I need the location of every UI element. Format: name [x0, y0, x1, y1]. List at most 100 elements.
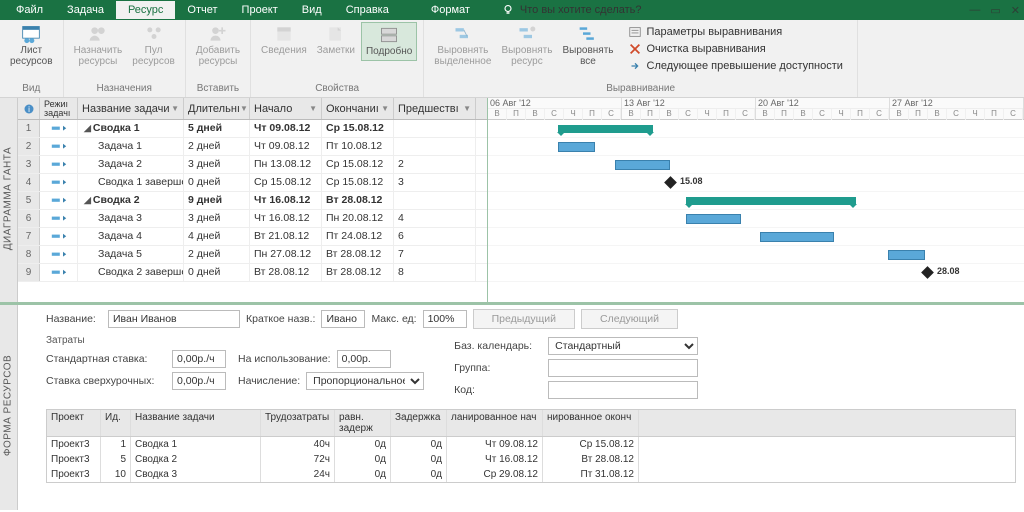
resource-pool-button[interactable]: Пул ресурсов	[128, 22, 179, 69]
auto-schedule-icon	[51, 142, 67, 152]
milestone[interactable]	[664, 176, 677, 189]
table-row[interactable]: Проект310Сводка 324ч0д0дСр 29.08.12Пт 31…	[47, 467, 1015, 482]
details-icon	[379, 25, 399, 45]
tell-me[interactable]: Что вы хотите сделать?	[502, 4, 642, 16]
information-button[interactable]: Сведения	[257, 22, 311, 61]
tab-resource[interactable]: Ресурс	[116, 1, 175, 19]
tab-help[interactable]: Справка	[334, 1, 401, 19]
accrual-select[interactable]: Пропорциональное	[306, 372, 424, 390]
max-label: Макс. ед:	[371, 313, 416, 325]
level-selection-button[interactable]: Выровнять выделенное	[430, 22, 495, 76]
summary-bar[interactable]	[558, 125, 653, 133]
table-row[interactable]: 5◢Сводка 29 днейЧт 16.08.12Вт 28.08.12	[18, 192, 487, 210]
resource-form-pane: ФОРМА РЕСУРСОВ Название: Краткое назв.: …	[0, 302, 1024, 510]
task-bar[interactable]	[760, 232, 834, 242]
short-field[interactable]	[321, 310, 365, 328]
options-icon	[628, 25, 642, 39]
code-field[interactable]	[548, 381, 698, 399]
calendar-select[interactable]: Стандартный	[548, 337, 698, 355]
tab-project[interactable]: Проект	[230, 1, 290, 19]
minimize-icon[interactable]: —	[969, 4, 980, 17]
table-row[interactable]: 2Задача 12 днейЧт 09.08.12Пт 10.08.12	[18, 138, 487, 156]
resource-sheet-button[interactable]: Лист ресурсов	[6, 22, 57, 69]
col-pred[interactable]: Предшествı▼	[394, 98, 476, 119]
task-bar[interactable]	[615, 160, 670, 170]
gantt-chart[interactable]: 06 Авг '12ВПВСЧПС13 Авг '12ВПВСЧПС20 Авг…	[488, 98, 1024, 302]
next-button[interactable]: Следующий	[581, 309, 678, 329]
next-icon	[628, 59, 642, 73]
table-row[interactable]: 6Задача 33 днейЧт 16.08.12Пн 20.08.124	[18, 210, 487, 228]
auto-schedule-icon	[51, 196, 67, 206]
details-button[interactable]: Подробно	[361, 22, 417, 61]
short-label: Краткое назв.:	[246, 313, 315, 325]
summary-bar[interactable]	[686, 197, 856, 205]
maximize-icon[interactable]: ▭	[990, 4, 1000, 17]
ovt-rate-field[interactable]	[172, 372, 226, 390]
auto-schedule-icon	[51, 178, 67, 188]
pool-icon	[144, 24, 164, 44]
timescale: 06 Авг '12ВПВСЧПС13 Авг '12ВПВСЧПС20 Авг…	[488, 98, 1024, 120]
col-indicator[interactable]: i	[18, 98, 40, 119]
level-all-button[interactable]: Выровнять все	[558, 22, 617, 76]
table-row[interactable]: Проект35Сводка 272ч0д0дЧт 16.08.12Вт 28.…	[47, 452, 1015, 467]
note-icon	[326, 24, 346, 44]
form-view-label[interactable]: ФОРМА РЕСУРСОВ	[0, 305, 18, 510]
tab-file[interactable]: Файл	[4, 1, 55, 19]
gantt-bars: 15.08 28.08	[488, 120, 1024, 282]
per-use-field[interactable]	[337, 350, 391, 368]
task-bar[interactable]	[686, 214, 741, 224]
clear-leveling-button[interactable]: Очистка выравнивания	[624, 41, 847, 57]
std-rate-field[interactable]	[172, 350, 226, 368]
info-icon: i	[23, 103, 35, 115]
clear-icon	[628, 42, 642, 56]
auto-schedule-icon	[51, 124, 67, 134]
table-row[interactable]: 9Сводка 2 завершена0 днейВт 28.08.12Вт 2…	[18, 264, 487, 282]
col-mode[interactable]: Режиı задачı	[40, 98, 78, 119]
task-bar[interactable]	[558, 142, 595, 152]
notes-button[interactable]: Заметки	[313, 22, 359, 61]
add-resources-button[interactable]: Добавить ресурсы	[192, 22, 244, 69]
level-sel-icon	[453, 24, 473, 44]
auto-schedule-icon	[51, 268, 67, 278]
assign-resources-button[interactable]: Назначить ресурсы	[70, 22, 127, 69]
table-row[interactable]: 1◢Сводка 15 днейЧт 09.08.12Ср 15.08.12	[18, 120, 487, 138]
tab-view[interactable]: Вид	[290, 1, 334, 19]
milestone[interactable]	[921, 266, 934, 279]
tab-report[interactable]: Отчет	[175, 1, 229, 19]
table-row[interactable]: 8Задача 52 днейПн 27.08.12Вт 28.08.127	[18, 246, 487, 264]
group-field[interactable]	[548, 359, 698, 377]
gantt-view-label[interactable]: ДИАГРАММА ГАНТА	[0, 98, 18, 302]
auto-schedule-icon	[51, 214, 67, 224]
table-row[interactable]: Проект31Сводка 140ч0д0дЧт 09.08.12Ср 15.…	[47, 437, 1015, 452]
table-row[interactable]: 3Задача 23 днейПн 13.08.12Ср 15.08.122	[18, 156, 487, 174]
leveling-options-button[interactable]: Параметры выравнивания	[624, 24, 847, 40]
col-duration[interactable]: Длительнı▼	[184, 98, 250, 119]
table-row[interactable]: 7Задача 44 днейВт 21.08.12Пт 24.08.126	[18, 228, 487, 246]
name-field[interactable]	[108, 310, 240, 328]
tab-task[interactable]: Задача	[55, 1, 116, 19]
people-icon	[88, 24, 108, 44]
menu-tabs: Файл Задача Ресурс Отчет Проект Вид Спра…	[0, 0, 1024, 20]
costs-label: Затраты	[46, 335, 424, 346]
window-controls: — ▭ ✕	[969, 4, 1020, 17]
col-name[interactable]: Название задачи▼	[78, 98, 184, 119]
auto-schedule-icon	[51, 232, 67, 242]
previous-button[interactable]: Предыдущий	[473, 309, 575, 329]
task-grid[interactable]: i Режиı задачı Название задачи▼ Длительн…	[18, 98, 488, 302]
svg-text:i: i	[28, 105, 30, 114]
next-overallocation-button[interactable]: Следующее превышение доступности	[624, 58, 847, 74]
col-end[interactable]: Окончаниı▼	[322, 98, 394, 119]
auto-schedule-icon	[51, 250, 67, 260]
level-all-icon	[578, 24, 598, 44]
name-label: Название:	[46, 313, 102, 325]
table-row[interactable]: 4Сводка 1 завершена0 днейСр 15.08.12Ср 1…	[18, 174, 487, 192]
task-bar[interactable]	[888, 250, 925, 260]
close-icon[interactable]: ✕	[1011, 4, 1020, 17]
sheet-icon	[21, 24, 41, 44]
max-units-field[interactable]	[423, 310, 467, 328]
assignment-table[interactable]: ПроектИд.Название задачиТрудозатратыравн…	[46, 409, 1016, 483]
grid-header: i Режиı задачı Название задачи▼ Длительн…	[18, 98, 487, 120]
level-resource-button[interactable]: Выровнять ресурс	[497, 22, 556, 76]
col-start[interactable]: Начало▼	[250, 98, 322, 119]
tab-format[interactable]: Формат	[419, 1, 482, 19]
